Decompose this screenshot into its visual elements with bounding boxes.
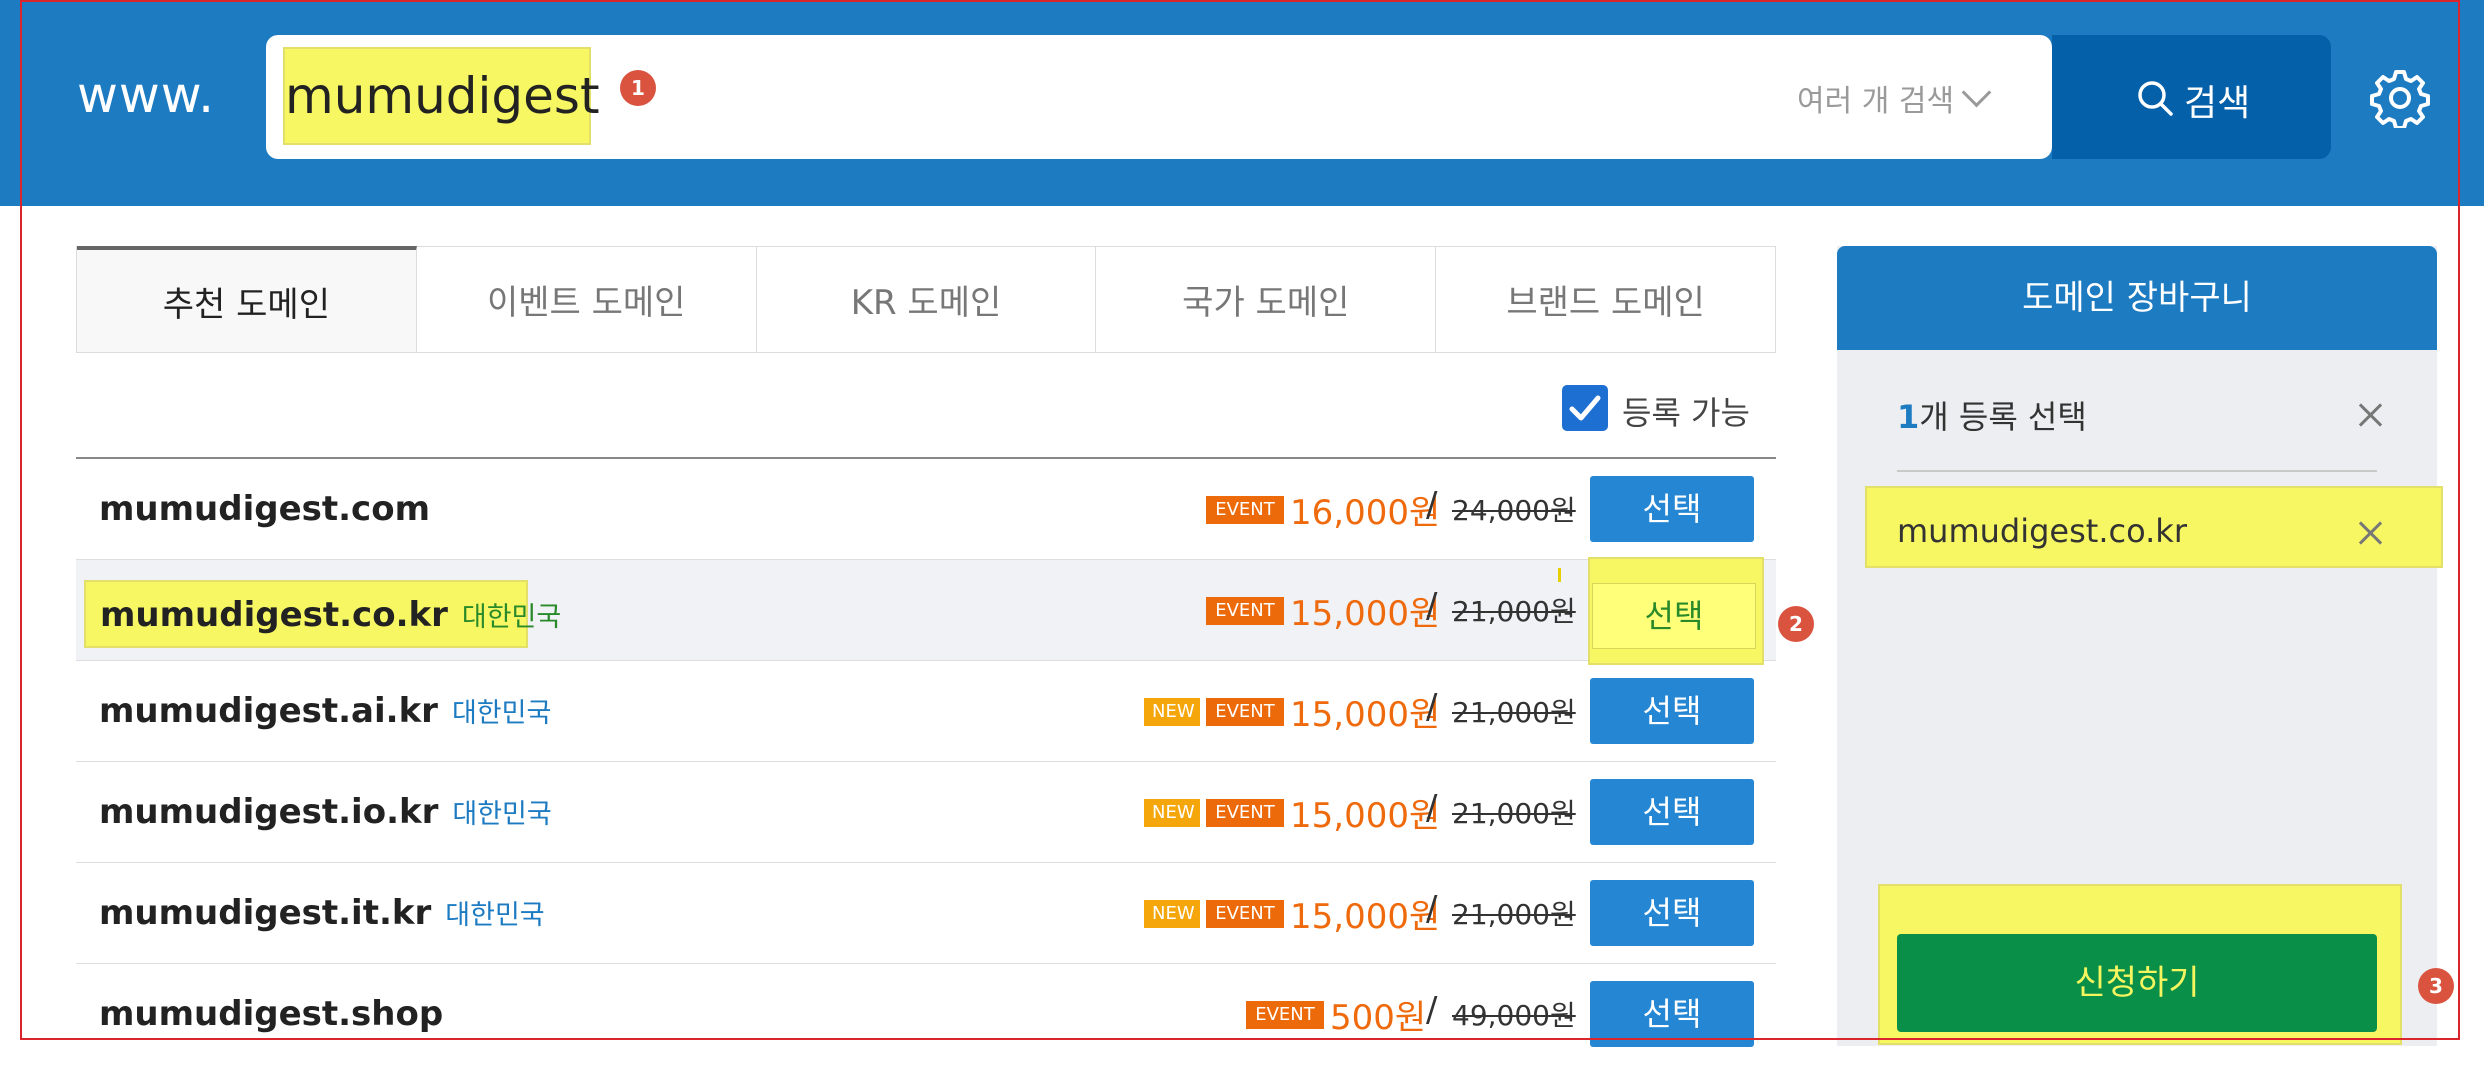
domain-name: mumudigest.ai.kr 대한민국 (99, 691, 552, 731)
domain-name: mumudigest.io.kr 대한민국 (99, 792, 552, 832)
table-row: mumudigest.ai.kr 대한민국 NEW EVENT 15,000원 /… (76, 661, 1776, 762)
new-badge: NEW (1144, 799, 1200, 827)
domain-tabs: 추천 도메인 이벤트 도메인 KR 도메인 국가 도메인 브랜드 도메인 (76, 246, 1776, 353)
sale-price: 16,000원 (1290, 493, 1441, 533)
search-icon (2138, 81, 2173, 116)
tab-country[interactable]: 국가 도메인 (1096, 247, 1437, 352)
remove-item-icon[interactable] (2357, 520, 2383, 546)
price-separator: / (1426, 990, 1438, 1030)
domain-name: mumudigest.co.kr (100, 595, 448, 635)
country-label: 대한민국 (451, 698, 552, 729)
sale-price: 15,000원 (1290, 897, 1441, 937)
callout-badge-2: 2 (1778, 606, 1814, 642)
event-badge: EVENT (1206, 597, 1284, 625)
price-separator: / (1426, 889, 1438, 929)
clear-cart-icon[interactable] (2357, 402, 2383, 428)
table-row: mumudigest.it.kr 대한민국 NEW EVENT 15,000원 /… (76, 863, 1776, 964)
gear-icon[interactable] (2370, 68, 2430, 128)
new-badge: NEW (1144, 698, 1200, 726)
table-row: mumudigest.io.kr 대한민국 NEW EVENT 15,000원 /… (76, 762, 1776, 863)
tab-kr[interactable]: KR 도메인 (757, 247, 1097, 352)
original-price: 24,000원 (1452, 494, 1576, 527)
cart-count: 1개 등록 선택 (1897, 398, 2087, 436)
table-row: mumudigest.com EVENT 16,000원 / 24,000원 선… (76, 459, 1776, 560)
search-button-label: 검색 (2184, 83, 2251, 124)
tab-event[interactable]: 이벤트 도메인 (417, 247, 757, 352)
checkbox-checked-icon[interactable] (1562, 385, 1608, 431)
country-label: 대한민국 (452, 799, 552, 830)
select-button[interactable]: 선택 (1590, 880, 1754, 946)
original-price: 49,000원 (1452, 999, 1576, 1032)
callout-badge-3: 3 (2418, 968, 2454, 1004)
event-badge: EVENT (1246, 1001, 1324, 1029)
country-label: 대한민국 (445, 900, 545, 931)
select-button[interactable]: 선택 (1590, 476, 1754, 542)
country-label: 대한민국 (461, 602, 562, 633)
select-button-co-kr[interactable]: 선택 (1592, 583, 1756, 649)
sale-price: 15,000원 (1290, 695, 1441, 735)
original-price: 21,000원 (1452, 595, 1576, 628)
cart-title: 도메인 장바구니 (1837, 246, 2437, 350)
event-badge: EVENT (1206, 496, 1284, 524)
tab-recommended[interactable]: 추천 도메인 (77, 246, 417, 352)
cart-divider (1897, 470, 2377, 472)
event-badge: EVENT (1206, 698, 1284, 726)
event-badge: EVENT (1206, 900, 1284, 928)
sale-price: 15,000원 (1290, 796, 1441, 836)
search-query-text[interactable]: mumudigest (283, 47, 600, 145)
domain-name: mumudigest.shop (99, 994, 444, 1034)
multi-search-dropdown[interactable]: 여러 개 검색 (1797, 76, 1954, 120)
price-separator: / (1426, 485, 1438, 525)
table-row: mumudigest.shop EVENT 500원 / 49,000원 선택 (76, 964, 1776, 1065)
apply-button[interactable]: 신청하기 (1897, 934, 2377, 1032)
sale-price: 15,000원 (1290, 594, 1441, 634)
www-prefix: www. (77, 66, 215, 124)
cart-item-domain: mumudigest.co.kr (1897, 512, 2187, 550)
domain-name: mumudigest.com (99, 489, 431, 529)
sale-price: 500원 (1330, 998, 1427, 1038)
callout-badge-1: 1 (620, 70, 656, 106)
highlight-mark (1558, 568, 1561, 582)
select-button[interactable]: 선택 (1590, 981, 1754, 1047)
event-badge: EVENT (1206, 799, 1284, 827)
select-button[interactable]: 선택 (1590, 779, 1754, 845)
domain-name: mumudigest.it.kr 대한민국 (99, 893, 545, 933)
price-separator: / (1426, 687, 1438, 727)
available-filter-label: 등록 가능 (1622, 394, 1750, 432)
available-filter[interactable]: 등록 가능 (1562, 385, 1750, 432)
tab-brand[interactable]: 브랜드 도메인 (1436, 247, 1775, 352)
highlighted-domain: mumudigest.co.kr 대한민국 (84, 580, 561, 648)
search-button[interactable]: 검색 (2052, 35, 2331, 159)
select-button[interactable]: 선택 (1590, 678, 1754, 744)
original-price: 21,000원 (1452, 696, 1576, 729)
original-price: 21,000원 (1452, 898, 1576, 931)
price-separator: / (1426, 586, 1438, 626)
price-separator: / (1426, 788, 1438, 828)
new-badge: NEW (1144, 900, 1200, 928)
original-price: 21,000원 (1452, 797, 1576, 830)
